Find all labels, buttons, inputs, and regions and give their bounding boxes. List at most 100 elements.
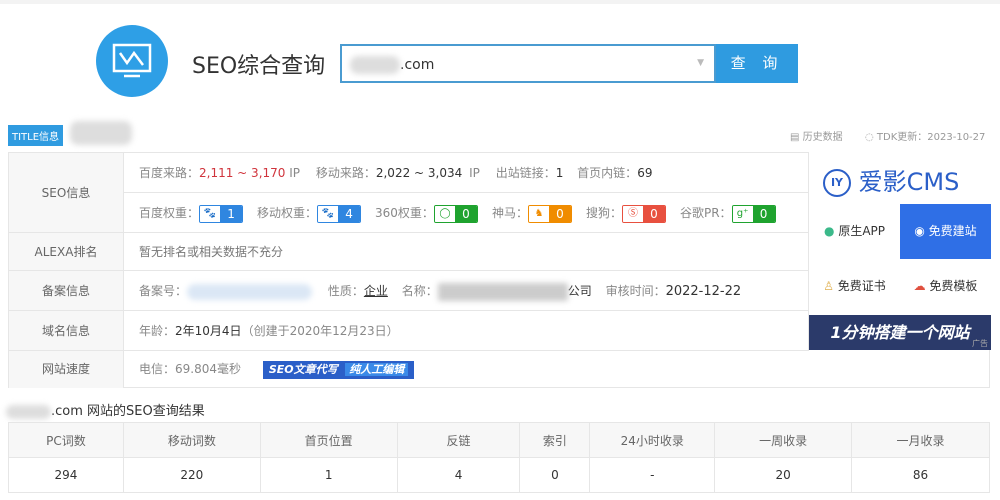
audit-date: 2022-12-22 <box>665 284 742 299</box>
seo-traffic-row: 百度来路：2,111 ~ 3,170 IP 移动来路：2,022 ~ 3,034… <box>124 153 809 193</box>
shield-icon: ◉ <box>914 224 925 238</box>
ad-banner[interactable]: 1分钟搭建一个网站 广告 <box>809 315 991 350</box>
ad-template[interactable]: ☁ 免费模板 <box>900 259 991 314</box>
outlinks: 1 <box>555 166 564 180</box>
weight-value: 0 <box>752 205 775 222</box>
result-cell: 4 <box>396 457 521 493</box>
seo-weights-row: 百度权重： 🐾 1 移动权重： 🐾 4 360权重： ◯ 0 神马： ♞ 0 搜狗： Ⓢ 0 谷歌PR： g⁺ 0 <box>124 193 809 233</box>
ad-tag: 广告 <box>972 339 988 348</box>
results-header-row: PC词数 移动词数 首页位置 反链 索引 24小时收录 一周收录 一月收录 <box>8 422 990 458</box>
outlinks-label: 出站链接： <box>495 166 556 180</box>
ip-unit: IP <box>469 166 480 180</box>
history-label: 历史数据 <box>802 132 843 143</box>
alexa-label: ALEXA排名 <box>9 233 124 271</box>
weight-value: 0 <box>454 205 477 222</box>
domain-created: （创建于2020年12月23日） <box>241 324 399 338</box>
result-cell: 0 <box>519 457 591 493</box>
result-cell: 1 <box>259 457 398 493</box>
age-label: 年龄： <box>139 324 176 338</box>
weight-label: 360权重： <box>375 206 434 220</box>
baidu-traffic-label: 百度来路： <box>139 166 200 180</box>
seo-logo-icon <box>96 25 168 97</box>
beian-num-label: 备案号： <box>139 284 188 298</box>
result-cell: 220 <box>122 457 261 493</box>
ad-cert[interactable]: ♙ 免费证书 <box>809 259 900 314</box>
weight-value: 4 <box>338 205 361 222</box>
weight-value: 1 <box>220 205 243 222</box>
tdk-update: ◌ TDK更新：2023-10-27 <box>865 132 986 143</box>
cloud-icon: ☁ <box>913 279 926 293</box>
domain-label: 域名信息 <box>9 311 124 351</box>
column-header: 首页位置 <box>259 422 398 458</box>
ad-native-app[interactable]: ● 原生APP <box>809 204 900 259</box>
banner-text: 1分钟搭建一个网站 <box>830 323 970 342</box>
result-cell: 294 <box>8 457 124 493</box>
weight-label: 百度权重： <box>139 206 200 220</box>
domain-search-input[interactable]: .com ▼ <box>340 44 716 83</box>
results-value-row: 294 220 1 4 0-20 86 <box>8 457 990 493</box>
blurred-domain <box>350 56 400 74</box>
title-info-tag: TITLE信息 <box>8 125 64 146</box>
weight-value: 0 <box>548 205 571 222</box>
weight-value: 0 <box>642 205 665 222</box>
promo1: SEO文章代写 <box>268 362 338 376</box>
ad-panel[interactable]: IY 爱影CMS ● 原生APP ◉ 免费建站 ♙ 免费证书 ☁ 免费模板 1分… <box>808 152 991 350</box>
blurred-beian-num <box>187 283 313 300</box>
beian-label: 备案信息 <box>9 271 124 311</box>
baidu-traffic: 2,111 ~ 3,170 <box>199 166 286 180</box>
inlinks-label: 首页内链： <box>577 166 638 180</box>
sogou-icon: Ⓢ <box>622 205 643 222</box>
weight-badge[interactable]: g⁺ 0 <box>731 204 776 223</box>
speed-label: 网站速度 <box>9 351 124 388</box>
weight-badge[interactable]: Ⓢ 0 <box>621 204 666 223</box>
weight-badge[interactable]: ◯ 0 <box>433 204 478 223</box>
results-table: PC词数 移动词数 首页位置 反链 索引 24小时收录 一周收录 一月收录 294 220 1 4 0… <box>8 422 990 493</box>
app-icon: ● <box>824 224 835 238</box>
result-cell: 86 <box>851 457 990 493</box>
results-title: .com 网站的SEO查询结果 <box>6 400 205 419</box>
shenma-icon: ♞ <box>528 205 549 222</box>
tdk-label: TDK更新：2023-10-27 <box>876 132 986 143</box>
column-header: 一月收录 <box>851 422 990 458</box>
speed-row: 电信：69.804毫秒 SEO文章代写 纯人工编辑 <box>124 351 989 388</box>
paw-icon: 🐾 <box>318 205 339 222</box>
domain-age: 2年10月4日 <box>175 324 242 338</box>
result-cell: - <box>589 457 716 493</box>
weight-badge[interactable]: ♞ 0 <box>527 204 572 223</box>
ad-free-site[interactable]: ◉ 免费建站 <box>900 204 991 259</box>
seo-writing-promo[interactable]: SEO文章代写 纯人工编辑 <box>262 360 415 379</box>
inlinks: 69 <box>637 166 653 180</box>
ad-brand: IY 爱影CMS <box>823 162 959 197</box>
free-site-label: 免费建站 <box>928 224 977 238</box>
beian-row: 备案号： 性质：企业 名称： 公司 审核时间：2022-12-22 <box>124 271 809 311</box>
blurred-domain <box>6 404 51 419</box>
speed-value: 电信：69.804毫秒 <box>139 362 241 376</box>
brand-name: 爱影CMS <box>858 168 960 196</box>
nature[interactable]: 企业 <box>364 284 388 298</box>
brand-logo-icon: IY <box>823 169 851 197</box>
weight-badge[interactable]: 🐾 1 <box>199 204 244 223</box>
google-icon: g⁺ <box>732 205 753 222</box>
history-data-link[interactable]: ▤ 历史数据 <box>790 128 843 143</box>
ip-unit: IP <box>289 166 301 180</box>
name-label: 名称： <box>401 284 438 298</box>
nature-label: 性质： <box>327 284 364 298</box>
company-suffix: 公司 <box>567 284 592 298</box>
cert-label: 免费证书 <box>837 279 886 293</box>
template-label: 免费模板 <box>929 279 978 293</box>
app-label: 原生APP <box>838 224 885 238</box>
column-header: 24小时收录 <box>589 422 716 458</box>
results-title-text: .com 网站的SEO查询结果 <box>51 404 205 419</box>
weight-label: 谷歌PR： <box>679 206 732 220</box>
mobile-traffic: 2,022 ~ 3,034 <box>375 166 463 180</box>
column-header: 反链 <box>396 422 521 458</box>
dropdown-arrow-icon[interactable]: ▼ <box>697 58 704 68</box>
weight-label: 搜狗： <box>585 206 622 220</box>
weight-badge[interactable]: 🐾 4 <box>317 204 362 223</box>
column-header: PC词数 <box>8 422 124 458</box>
weight-label: 移动权重： <box>257 206 318 220</box>
query-button[interactable]: 查 询 <box>716 44 798 83</box>
page-title: SEO综合查询 <box>192 54 326 79</box>
paw-icon: 🐾 <box>200 205 221 222</box>
promo2: 纯人工编辑 <box>345 362 409 376</box>
